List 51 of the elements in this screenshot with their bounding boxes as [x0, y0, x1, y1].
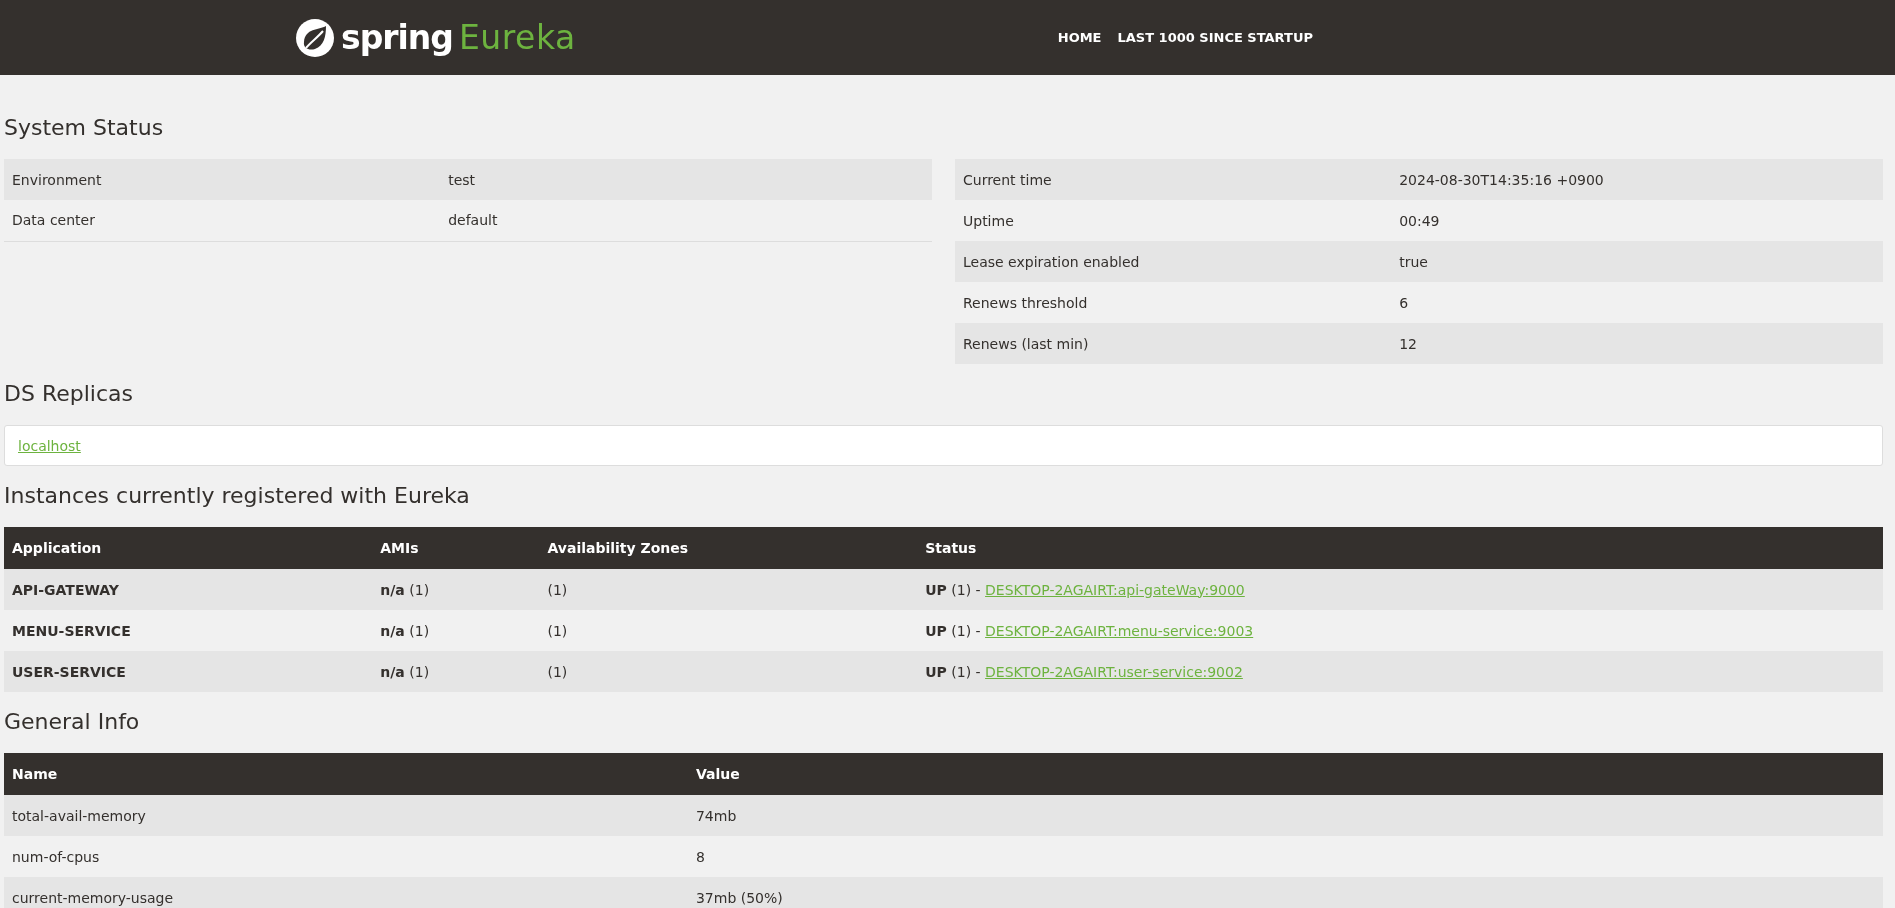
property-value: test — [440, 159, 932, 200]
nav-link[interactable]: HOME — [1057, 30, 1102, 45]
info-value: 74mb — [687, 795, 1883, 836]
property-value: default — [440, 200, 932, 241]
column-header: Status — [917, 527, 1883, 569]
property-name: Lease expiration enabled — [955, 241, 1392, 282]
status-text: UP (1) - — [925, 663, 981, 680]
application-name: USER-SERVICE — [4, 651, 373, 692]
ami-count: n/a (1) — [372, 569, 540, 610]
leaf-logo-icon — [295, 17, 335, 58]
ami-count: n/a (1) — [372, 610, 540, 651]
logo-wordmark: spring — [341, 18, 453, 57]
instance-link[interactable]: DESKTOP-2AGAIRT:user-service:9002 — [985, 663, 1243, 680]
info-name: total-avail-memory — [4, 795, 688, 836]
section-title: General Info — [4, 708, 141, 736]
column-header: Value — [687, 753, 1883, 795]
instance-link[interactable]: DESKTOP-2AGAIRT:menu-service:9003 — [985, 622, 1254, 639]
property-name: Uptime — [955, 200, 1392, 241]
zone-count: (1) — [539, 610, 918, 651]
column-header: Application — [4, 527, 373, 569]
column-header: AMIs — [372, 527, 540, 569]
info-value: 8 — [687, 836, 1883, 877]
property-value: 12 — [1391, 323, 1883, 364]
info-value: 37mb (50%) — [687, 877, 1883, 908]
property-value: true — [1391, 241, 1883, 282]
property-name: Data center — [4, 200, 441, 241]
zone-count: (1) — [539, 569, 918, 610]
section-title: Instances currently registered with Eureka — [4, 482, 471, 510]
logo-product-name: Eureka — [458, 18, 576, 57]
property-name: Environment — [4, 159, 441, 200]
status-text: UP (1) - — [925, 581, 981, 598]
application-name: MENU-SERVICE — [4, 610, 373, 651]
property-name: Current time — [955, 159, 1392, 200]
property-value: 2024-08-30T14:35:16 +0900 — [1391, 159, 1883, 200]
column-header: Name — [4, 753, 688, 795]
nav-link[interactable]: LAST 1000 SINCE STARTUP — [1117, 30, 1313, 45]
replica-link[interactable]: localhost — [18, 437, 81, 454]
info-name: num-of-cpus — [4, 836, 688, 877]
application-name: API-GATEWAY — [4, 569, 373, 610]
info-name: current-memory-usage — [4, 877, 688, 908]
section-title: System Status — [4, 114, 165, 142]
property-value: 6 — [1391, 282, 1883, 323]
column-header: Availability Zones — [539, 527, 918, 569]
status-text: UP (1) - — [925, 622, 981, 639]
property-value: 00:49 — [1391, 200, 1883, 241]
section-title: DS Replicas — [4, 380, 134, 408]
instance-link[interactable]: DESKTOP-2AGAIRT:api-gateWay:9000 — [985, 581, 1245, 598]
property-name: Renews (last min) — [955, 323, 1392, 364]
property-name: Renews threshold — [955, 282, 1392, 323]
ami-count: n/a (1) — [372, 651, 540, 692]
zone-count: (1) — [539, 651, 918, 692]
